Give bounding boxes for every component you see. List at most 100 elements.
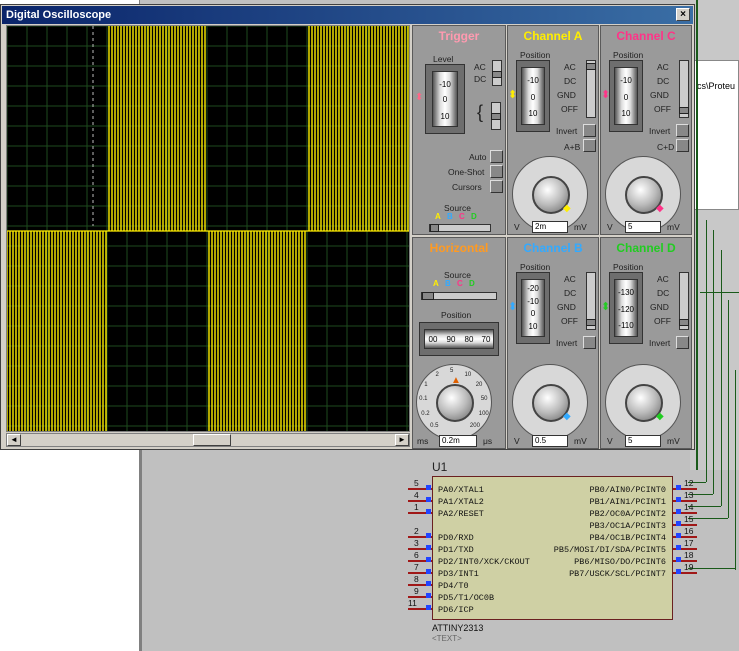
wire — [735, 370, 736, 570]
ac-label: AC — [564, 62, 576, 72]
pin-marker — [676, 521, 681, 526]
volts-div-dial[interactable]: ◆ — [605, 364, 681, 440]
level-drum[interactable]: -10 0 10 — [432, 71, 458, 127]
combine-label: C+D — [657, 142, 675, 152]
window-titlebar[interactable]: Digital Oscilloscope × — [2, 6, 693, 24]
dial-tick: 0.5 — [430, 422, 439, 429]
ic-pin-label: PD0/RXD — [438, 533, 474, 543]
horizontal-position-bezel: 00 90 80 70 — [419, 322, 499, 356]
position-bezel: -10 0 10 — [609, 60, 643, 132]
coupling-switch[interactable] — [586, 272, 596, 330]
pin-marker — [426, 533, 431, 538]
volts-div-value[interactable]: 5 — [625, 221, 661, 233]
ic-pin-label: PB5/MOSI/DI/SDA/PCINT5 — [553, 545, 666, 555]
pin-marker — [426, 569, 431, 574]
horizontal-source-letters: A B C D — [433, 279, 479, 288]
coupling-switch[interactable] — [679, 272, 689, 330]
level-label: Level — [433, 54, 454, 64]
unit-left: V — [607, 222, 613, 232]
scroll-left-button[interactable]: ◄ — [7, 434, 21, 446]
timebase-knob[interactable] — [436, 384, 474, 422]
dial-pointer-icon: ◆ — [563, 203, 571, 214]
position-marker-icon: ⬍ — [601, 89, 611, 101]
source-c: C — [459, 212, 465, 221]
position-marker-icon: ⬍ — [508, 301, 518, 313]
combine-label: A+B — [564, 142, 581, 152]
position-label: Position — [613, 50, 644, 60]
horizontal-scrollbar[interactable]: ◄ ► — [6, 433, 410, 447]
combine-button[interactable] — [583, 139, 596, 152]
dial-tick: 2 — [435, 371, 439, 378]
wire — [696, 0, 698, 470]
horizontal-position-drum[interactable]: 00 90 80 70 — [424, 329, 494, 349]
volts-div-value[interactable]: 5 — [625, 435, 661, 447]
invert-button[interactable] — [583, 336, 596, 349]
position-drum[interactable]: -10 0 10 — [521, 67, 545, 125]
coupling-switch[interactable] — [679, 60, 689, 118]
combine-button[interactable] — [676, 139, 689, 152]
position-bezel: -130 -120 -110 — [609, 272, 643, 344]
position-drum[interactable]: -20 -10 0 10 — [521, 279, 545, 337]
drum-label: -120 — [617, 304, 634, 314]
drum-label: -130 — [617, 288, 634, 297]
volts-div-value[interactable]: 2m — [532, 221, 568, 233]
attiny2313-chip[interactable]: PA0/XTAL1 PA1/XTAL2 PA2/RESET PD0/RXD PD1/TX… — [432, 476, 673, 620]
timebase-dial[interactable]: 0.5 0.2 0.1 1 2 5 10 20 50 100 200 ▲ — [416, 364, 492, 440]
dial-tick: 0.1 — [419, 395, 428, 402]
ch-c-title: Channel C — [616, 29, 676, 43]
scroll-thumb[interactable] — [193, 434, 231, 446]
background-window-fragment: cs\Proteu — [692, 60, 739, 210]
pin-marker — [676, 545, 681, 550]
auto-button[interactable] — [490, 150, 503, 163]
dial-tick: 200 — [469, 422, 480, 429]
volts-div-dial[interactable]: ◆ — [512, 364, 588, 440]
ic-pin-label: PA1/XTAL2 — [438, 497, 484, 507]
drum-label: 0 — [623, 92, 629, 102]
drum-label: 10 — [528, 109, 538, 119]
position-bezel: -10 0 10 — [516, 60, 550, 132]
ic-part-name: ATTINY2313 — [432, 623, 484, 633]
coupling-switch[interactable] — [586, 60, 596, 118]
dial-tick: 20 — [475, 381, 483, 388]
gnd-label: GND — [650, 90, 669, 100]
pin-number: 11 — [408, 598, 417, 608]
invert-button[interactable] — [583, 124, 596, 137]
schematic-divider — [140, 449, 142, 651]
close-button[interactable]: × — [676, 8, 690, 21]
pin-marker — [426, 581, 431, 586]
timebase-value[interactable]: 0.2m — [439, 435, 477, 447]
trigger-edge-switch[interactable] — [491, 102, 501, 130]
source-b: B — [447, 212, 453, 221]
dc-label: DC — [657, 76, 670, 86]
invert-button[interactable] — [676, 124, 689, 137]
volts-div-value[interactable]: 0.5 — [532, 435, 568, 447]
dial-tick: 100 — [478, 410, 489, 417]
pin-number: 1 — [414, 502, 419, 512]
pin-number: 9 — [414, 586, 419, 596]
wire — [688, 568, 735, 569]
position-drum[interactable]: -10 0 10 — [614, 67, 638, 125]
unit-right: mV — [574, 222, 587, 232]
unit-right: mV — [667, 222, 680, 232]
pin-number: 7 — [414, 562, 419, 572]
trigger-source-letters: A B C D — [435, 212, 481, 221]
timebase-pointer-icon: ▲ — [451, 375, 461, 386]
oneshot-button[interactable] — [490, 165, 503, 178]
position-drum[interactable]: -130 -120 -110 — [614, 279, 638, 337]
horizontal-source-slider[interactable] — [421, 292, 497, 300]
trigger-coupling-switch[interactable] — [492, 60, 502, 86]
switch-handle — [586, 319, 596, 326]
dial-tick: 50 — [480, 395, 488, 402]
trigger-source-slider[interactable] — [429, 224, 491, 232]
ch-b-title: Channel B — [523, 241, 583, 255]
ic-pin-label: PD3/INT1 — [438, 569, 479, 579]
ic-reference: U1 — [432, 460, 448, 474]
cursors-label: Cursors — [452, 182, 482, 192]
invert-button[interactable] — [676, 336, 689, 349]
horizontal-title: Horizontal — [429, 241, 489, 255]
wire — [706, 220, 707, 482]
cursors-button[interactable] — [490, 180, 503, 193]
drum-label: -20 — [527, 284, 539, 293]
scroll-right-button[interactable]: ► — [395, 434, 409, 446]
ic-pin-label: PA0/XTAL1 — [438, 485, 484, 495]
